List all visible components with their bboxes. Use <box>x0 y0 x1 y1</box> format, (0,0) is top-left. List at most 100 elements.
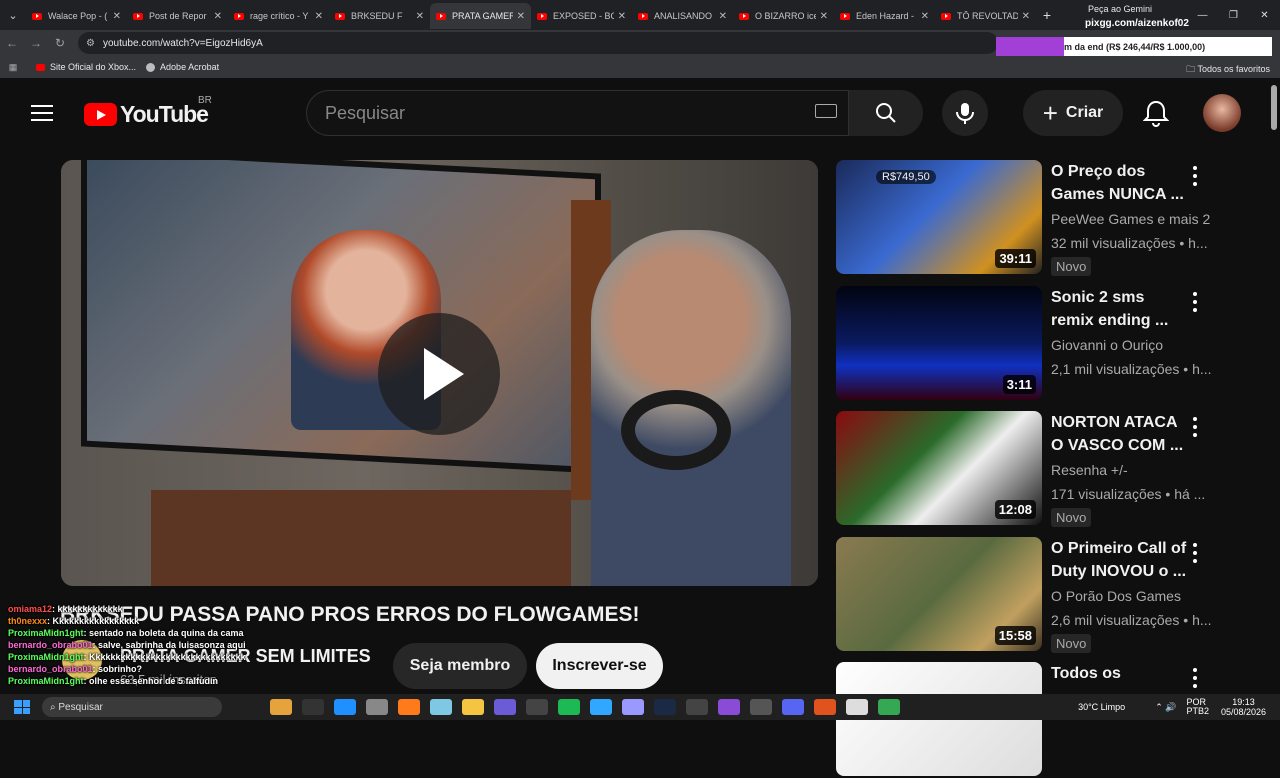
url-field[interactable]: ⚙ youtube.com/watch?v=EigozHid6yA <box>78 32 998 54</box>
chat-username: ProximaMidn1ght <box>8 676 84 686</box>
spotify-icon[interactable] <box>558 699 580 715</box>
search-input[interactable]: Pesquisar <box>306 90 849 136</box>
restore-icon[interactable]: ❐ <box>1218 0 1249 30</box>
more-options-icon[interactable] <box>1193 543 1199 565</box>
browser-tab[interactable]: EXPOSED - BC ✕ <box>531 3 632 29</box>
file-explorer-icon[interactable] <box>270 699 292 715</box>
tray-icons[interactable]: ⌃ 🔊 <box>1155 702 1176 713</box>
app-icon[interactable] <box>366 699 388 715</box>
clock[interactable]: 19:13 05/08/2026 <box>1221 697 1266 717</box>
menu-icon[interactable] <box>31 105 53 121</box>
join-button[interactable]: Seja membro <box>393 643 527 689</box>
browser-tab[interactable]: BRKSEDU F ✕ <box>329 3 430 29</box>
bookmark-acrobat[interactable]: Adobe Acrobat <box>146 62 219 72</box>
youtube-logo[interactable]: YouTube BR <box>84 95 212 128</box>
back-icon[interactable]: ← <box>0 36 24 50</box>
voice-search-button[interactable] <box>942 90 988 136</box>
recommended-channel[interactable]: PeeWee Games e mais 2 <box>1051 211 1210 227</box>
recommended-channel[interactable]: Resenha +/- <box>1051 462 1128 478</box>
acrobat-icon <box>146 62 156 72</box>
subscribe-button[interactable]: Inscrever-se <box>536 643 663 689</box>
browser-tab[interactable]: ANALISANDO ✕ <box>632 3 733 29</box>
all-bookmarks[interactable]: 🗀 Todos os favoritos <box>1186 62 1270 78</box>
new-tab-button[interactable]: + <box>1036 7 1058 23</box>
create-button[interactable]: + Criar <box>1023 90 1123 136</box>
discord-icon[interactable] <box>782 699 804 715</box>
recommended-channel[interactable]: O Porão Dos Games <box>1051 588 1181 604</box>
more-options-icon[interactable] <box>1193 668 1199 690</box>
start-icon[interactable] <box>14 700 30 714</box>
more-options-icon[interactable] <box>1193 292 1199 314</box>
recommended-video[interactable]: 12:08 NORTON ATACA O VASCO COM ... Resenha… <box>836 411 1216 527</box>
recommended-title[interactable]: NORTON ATACA O VASCO COM ... <box>1051 411 1191 457</box>
recommended-thumbnail[interactable]: 15:58 <box>836 537 1042 651</box>
apps-grid-icon[interactable]: ▦ <box>0 62 26 73</box>
account-avatar[interactable] <box>1203 94 1241 132</box>
tab-search-icon[interactable]: ⌄ <box>0 0 26 30</box>
recommended-thumbnail[interactable]: 39:11 R$749,50 <box>836 160 1042 274</box>
app-icon[interactable] <box>814 699 836 715</box>
more-options-icon[interactable] <box>1193 417 1199 439</box>
browser-tab[interactable]: rage crítico - Y ✕ <box>228 3 329 29</box>
recommended-video[interactable]: Todos os <box>836 662 1216 778</box>
app-icon[interactable] <box>494 699 516 715</box>
app-icon[interactable] <box>334 699 356 715</box>
close-tab-icon[interactable]: ✕ <box>113 11 121 22</box>
minimize-icon[interactable]: — <box>1187 0 1218 30</box>
recommended-title[interactable]: Sonic 2 sms remix ending ... <box>1051 286 1191 332</box>
app-icon[interactable] <box>526 699 548 715</box>
browser-tab[interactable]: Walace Pop - (✕ <box>26 3 127 29</box>
app-icon[interactable] <box>430 699 452 715</box>
browser-tab[interactable]: O BIZARRO ice ✕ <box>733 3 834 29</box>
app-icon[interactable] <box>750 699 772 715</box>
recommended-video[interactable]: 15:58 O Primeiro Call of Duty INOVOU o ..… <box>836 537 1216 653</box>
recommended-video[interactable]: 3:11 Sonic 2 sms remix ending ... Giovanni… <box>836 286 1216 402</box>
close-tab-icon[interactable]: ✕ <box>719 11 727 22</box>
more-options-icon[interactable] <box>1193 166 1199 188</box>
search-button[interactable] <box>849 90 923 136</box>
recommended-channel[interactable]: Giovanni o Ouriço <box>1051 337 1163 353</box>
recommended-title[interactable]: O Preço dos Games NUNCA ... <box>1051 160 1191 206</box>
keyboard-icon[interactable] <box>815 104 837 118</box>
recommended-title[interactable]: O Primeiro Call of Duty INOVOU o ... <box>1051 537 1191 583</box>
steam-icon[interactable] <box>654 699 676 715</box>
chrome-icon[interactable] <box>878 699 900 715</box>
app-icon[interactable] <box>462 699 484 715</box>
gemini-button[interactable]: Peça ao Gemini <box>1088 4 1152 14</box>
close-tab-icon[interactable]: ✕ <box>214 11 222 22</box>
page-scrollbar[interactable] <box>1271 85 1277 130</box>
close-tab-icon[interactable]: ✕ <box>517 11 525 22</box>
recommended-thumbnail[interactable]: 12:08 <box>836 411 1042 525</box>
close-window-icon[interactable]: ✕ <box>1249 0 1280 30</box>
language-indicator[interactable]: POR PTB2 <box>1186 698 1209 716</box>
app-icon[interactable] <box>718 699 740 715</box>
browser-tab[interactable]: Post de Repor ✕ <box>127 3 228 29</box>
notepad-icon[interactable] <box>846 699 868 715</box>
recommended-thumbnail[interactable]: 3:11 <box>836 286 1042 400</box>
close-tab-icon[interactable]: ✕ <box>618 11 626 22</box>
app-icon[interactable] <box>302 699 324 715</box>
browser-tab[interactable]: TÔ REVOLTAD(✕ <box>935 3 1036 29</box>
close-tab-icon[interactable]: ✕ <box>416 11 424 22</box>
bookmark-xbox[interactable]: Site Oficial do Xbox... <box>36 62 136 72</box>
browser-tab[interactable]: PRATA GAMER ✕ <box>430 3 531 29</box>
forward-icon[interactable]: → <box>24 36 48 50</box>
weather-widget[interactable]: 30°C Limpo <box>1078 702 1125 712</box>
app-icon[interactable] <box>398 699 420 715</box>
youtube-favicon-icon <box>840 12 850 20</box>
browser-tab[interactable]: Eden Hazard - ✕ <box>834 3 935 29</box>
photoshop-icon[interactable] <box>590 699 612 715</box>
play-button[interactable] <box>378 313 500 435</box>
recommended-video[interactable]: 39:11 R$749,50 O Preço dos Games NUNCA ...… <box>836 160 1216 276</box>
app-icon[interactable] <box>686 699 708 715</box>
close-tab-icon[interactable]: ✕ <box>1022 11 1030 22</box>
reload-icon[interactable]: ↻ <box>48 36 72 50</box>
taskbar-search[interactable]: ⌕ Pesquisar <box>42 697 222 717</box>
close-tab-icon[interactable]: ✕ <box>315 11 323 22</box>
site-info-icon[interactable]: ⚙ <box>86 38 95 49</box>
close-tab-icon[interactable]: ✕ <box>921 11 929 22</box>
premiere-icon[interactable] <box>622 699 644 715</box>
close-tab-icon[interactable]: ✕ <box>820 11 828 22</box>
recommended-title[interactable]: Todos os <box>1051 662 1191 685</box>
notifications-button[interactable] <box>1142 99 1170 132</box>
